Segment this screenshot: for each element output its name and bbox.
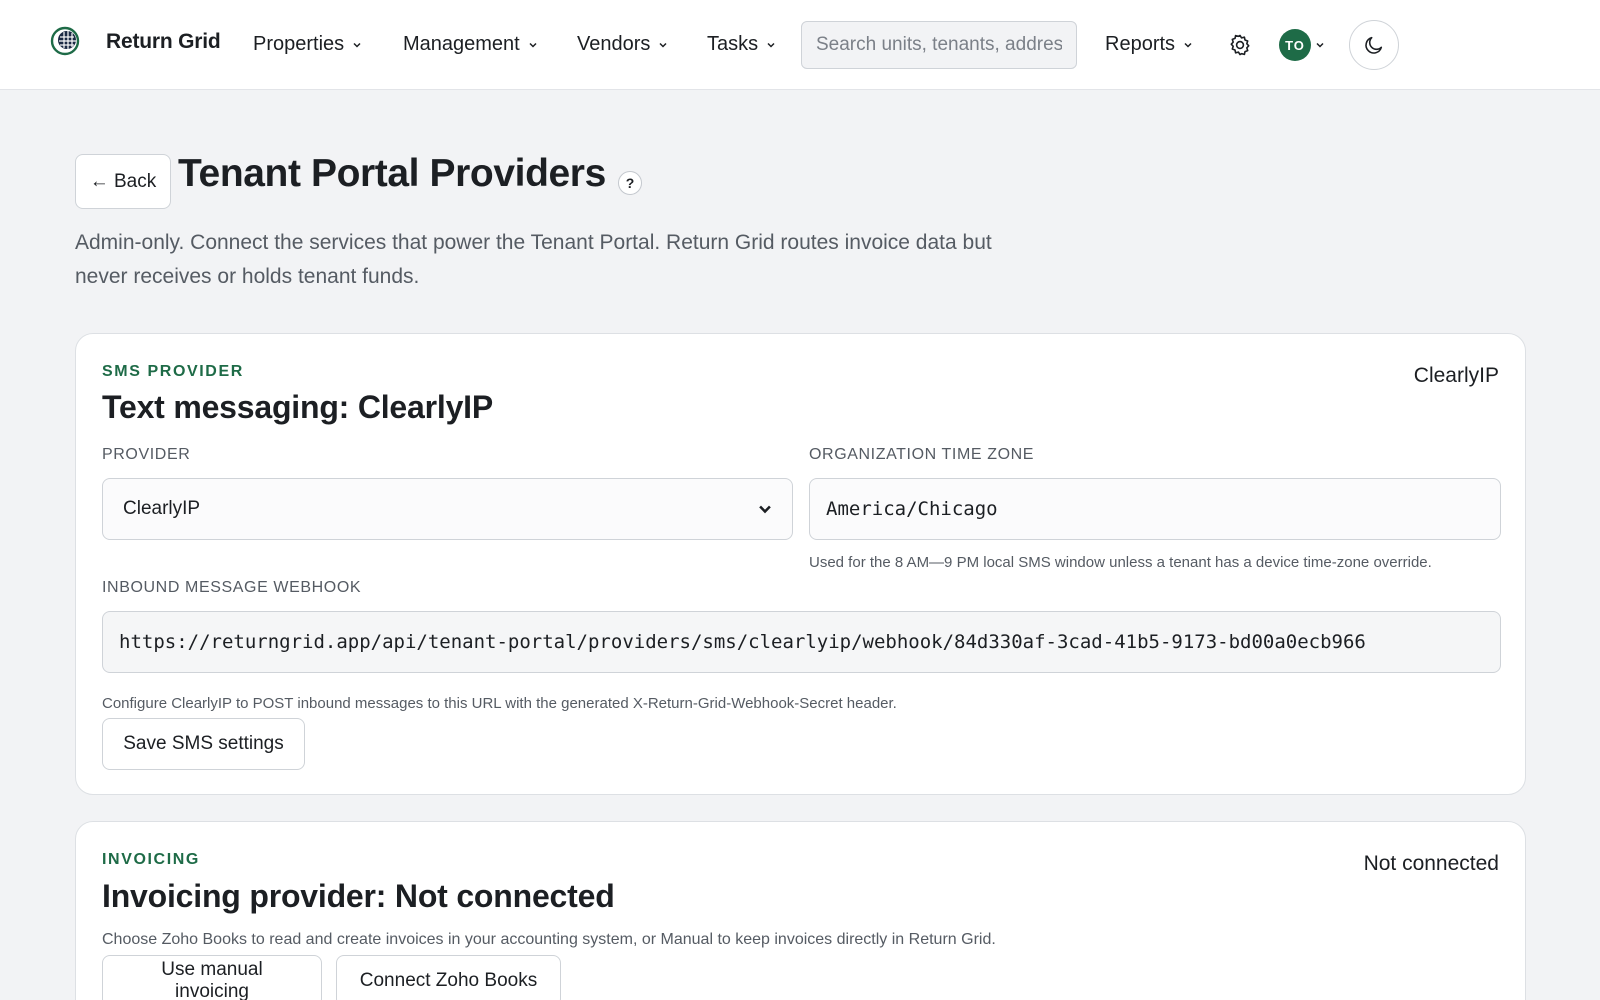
back-button[interactable]: ← Back [75,154,171,209]
theme-toggle-button[interactable] [1349,20,1399,70]
invoicing-card-title: Invoicing provider: Not connected [102,878,615,914]
help-icon[interactable]: ? [618,171,642,195]
page-title: Tenant Portal Providers [178,152,606,195]
nav-vendors-label: Vendors [577,33,651,55]
nav-tasks[interactable]: Tasks [707,33,776,56]
top-navbar: Return Grid Properties Management Vendor… [0,0,1600,90]
chevron-down-icon [659,42,667,48]
timezone-hint: Used for the 8 AM—9 PM local SMS window … [809,554,1432,571]
webhook-hint: Configure ClearlyIP to POST inbound mess… [102,695,897,712]
chevron-down-icon [767,42,775,48]
avatar: TO [1279,29,1311,61]
chevron-down-icon [1316,42,1324,48]
save-sms-settings-button[interactable]: Save SMS settings [102,718,305,770]
webhook-url-value: https://returngrid.app/api/tenant-portal… [119,631,1366,653]
invoicing-provider-card: INVOICING Not connected Invoicing provid… [75,821,1526,1000]
sms-provider-card: SMS PROVIDER ClearlyIP Text messaging: C… [75,333,1526,795]
invoicing-eyebrow: INVOICING [102,851,200,868]
moon-icon [1365,36,1383,54]
connect-zoho-books-button[interactable]: Connect Zoho Books [336,955,561,1000]
nav-reports-label: Reports [1105,33,1176,55]
nav-properties-label: Properties [253,33,345,55]
webhook-url-field[interactable]: https://returngrid.app/api/tenant-portal… [102,611,1501,673]
provider-select-value: ClearlyIP [123,498,201,519]
sms-card-title: Text messaging: ClearlyIP [102,389,494,425]
chevron-down-icon [353,42,361,48]
timezone-label: ORGANIZATION TIME ZONE [809,446,1035,463]
page-subtitle: Admin-only. Connect the services that po… [75,231,992,288]
chevron-down-icon [1184,42,1192,48]
timezone-field[interactable]: America/Chicago [809,478,1501,540]
globe-logo-icon[interactable] [50,26,80,56]
chevron-down-icon [529,42,537,48]
sms-eyebrow: SMS PROVIDER [102,363,244,380]
nav-reports[interactable]: Reports [1105,33,1193,56]
provider-select[interactable]: ClearlyIP [102,478,793,540]
chevron-down-icon [759,505,771,514]
nav-tasks-label: Tasks [707,33,759,55]
nav-properties[interactable]: Properties [253,33,362,56]
timezone-value: America/Chicago [826,498,998,520]
provider-label: PROVIDER [102,446,191,463]
settings-gear-icon[interactable] [1228,33,1252,57]
invoicing-hint: Choose Zoho Books to read and create inv… [102,931,996,948]
webhook-label: INBOUND MESSAGE WEBHOOK [102,579,362,596]
nav-management[interactable]: Management [403,33,538,56]
user-menu[interactable]: TO [1279,29,1325,61]
search-input[interactable] [801,21,1077,69]
sms-status: ClearlyIP [1413,364,1499,387]
invoicing-status: Not connected [1363,852,1499,875]
nav-management-label: Management [403,33,520,55]
nav-vendors[interactable]: Vendors [577,33,668,56]
brand-name[interactable]: Return Grid [106,30,221,54]
use-manual-invoicing-button[interactable]: Use manual invoicing [102,955,322,1000]
